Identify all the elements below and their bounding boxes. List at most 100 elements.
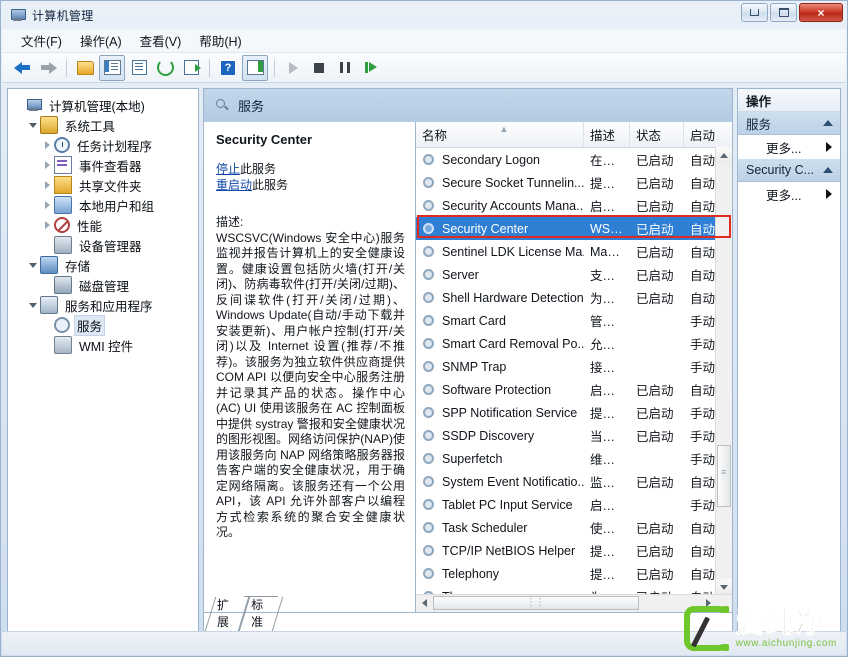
expand-arrow-right-icon[interactable] (42, 199, 54, 211)
table-row[interactable]: Tablet PC Input Service 启用 ... 手动 (416, 493, 732, 516)
tab-standard[interactable]: 标准 (244, 596, 279, 631)
tree-item-11[interactable]: 服务 (14, 314, 198, 336)
magnifier-icon (216, 99, 229, 112)
start-service-button[interactable] (281, 56, 305, 80)
table-row[interactable]: Smart Card 管理... 手动 (416, 309, 732, 332)
tree-item-3[interactable]: 事件查看器 (14, 155, 198, 175)
tree-item-4[interactable]: 共享文件夹 (14, 175, 198, 195)
play-icon (288, 61, 298, 74)
expand-arrow-right-icon[interactable] (42, 159, 54, 171)
vertical-scrollbar-thumb[interactable] (717, 445, 731, 507)
menu-action[interactable]: 操作(A) (71, 28, 131, 53)
actions-group-services[interactable]: 服务 (738, 112, 840, 135)
actions-group-security-center[interactable]: Security C... (738, 159, 840, 182)
table-row[interactable]: Telephony 提供... 已启动 自动 (416, 562, 732, 585)
service-name-label: Sentinel LDK License Ma... (442, 244, 584, 259)
expand-arrow-right-icon[interactable] (42, 219, 54, 231)
table-row[interactable]: Server 支持... 已启动 自动 (416, 263, 732, 286)
tree-item-6[interactable]: 性能 (14, 215, 198, 235)
tree-item-7[interactable]: 设备管理器 (14, 235, 198, 255)
stop-service-button[interactable] (307, 56, 331, 80)
tree-item-1[interactable]: 系统工具 (14, 115, 198, 135)
table-row[interactable]: Shell Hardware Detection 为自... 已启动 自动 (416, 286, 732, 309)
tree-item-0[interactable]: 计算机管理(本地) (14, 95, 198, 115)
help-button[interactable]: ? (216, 56, 240, 80)
restart-service-button[interactable] (359, 56, 383, 80)
stop-icon (314, 62, 324, 73)
actions-security-center-more[interactable]: 更多... (738, 182, 840, 206)
table-row[interactable]: Sentinel LDK License Ma... Man... 已启动 自动 (416, 240, 732, 263)
column-header-description[interactable]: 描述 (584, 122, 630, 147)
restart-service-link[interactable]: 重启动此服务 (216, 177, 405, 193)
stop-service-link-rest: 此服务 (240, 162, 277, 176)
stop-service-link[interactable]: 停止此服务 (216, 161, 405, 177)
scroll-down-button[interactable] (716, 579, 732, 595)
pause-service-button[interactable] (333, 56, 357, 80)
watermark-url: www.aichunjing.com (735, 638, 837, 649)
show-tree-button[interactable] (99, 54, 125, 81)
column-header-name-label: 名称 (422, 129, 448, 143)
arrow-right-icon (40, 61, 57, 74)
export-list-button[interactable] (179, 56, 203, 80)
refresh-button[interactable] (153, 56, 177, 80)
event-icon (54, 156, 72, 174)
tree-item-2[interactable]: 任务计划程序 (14, 135, 198, 155)
pause-icon (340, 62, 350, 73)
expand-arrow-down-icon[interactable] (28, 119, 40, 131)
expand-arrow-right-icon[interactable] (42, 179, 54, 191)
tree-item-10[interactable]: 服务和应用程序 (14, 295, 198, 315)
scroll-up-button[interactable] (716, 147, 732, 163)
column-header-name[interactable]: 名称 ▲ (416, 122, 584, 147)
maximize-button[interactable] (770, 3, 797, 22)
comp-icon (26, 97, 42, 113)
table-row[interactable]: SNMP Trap 接收... 手动 (416, 355, 732, 378)
vertical-scrollbar[interactable] (715, 147, 732, 595)
horizontal-scrollbar-thumb[interactable] (433, 596, 639, 610)
menu-help[interactable]: 帮助(H) (190, 28, 250, 53)
tree-item-5[interactable]: 本地用户和组 (14, 195, 198, 215)
expand-arrow-down-icon[interactable] (28, 299, 40, 311)
cell-description: 提供... (590, 407, 626, 421)
service-gear-icon (422, 521, 436, 535)
properties-button[interactable] (127, 56, 151, 80)
expand-arrow-down-icon[interactable] (28, 259, 40, 271)
table-row[interactable]: TCP/IP NetBIOS Helper 提供 ... 已启动 自动 (416, 539, 732, 562)
services-list-pane[interactable]: 名称 ▲ 描述 状态 启动 Secondary Logon 在不... 已启动 自动 S… (416, 122, 733, 613)
tab-extended[interactable]: 扩展 (210, 597, 244, 631)
minimize-button[interactable] (741, 3, 768, 22)
table-row[interactable]: Superfetch 维护... 手动 (416, 447, 732, 470)
close-button[interactable]: × (799, 3, 843, 22)
table-row[interactable]: Task Scheduler 使用... 已启动 自动 (416, 516, 732, 539)
tools-icon (40, 116, 58, 134)
show-action-pane-button[interactable] (242, 54, 268, 81)
table-row[interactable]: Security Accounts Mana... 启动... 已启动 自动 (416, 194, 732, 217)
tree-item-9[interactable]: 磁盘管理 (14, 275, 198, 295)
clock-icon (54, 137, 70, 153)
up-folder-button[interactable] (73, 56, 97, 80)
table-row[interactable]: System Event Notificatio... 监视... 已启动 自动 (416, 470, 732, 493)
table-row[interactable]: SSDP Discovery 当发... 已启动 手动 (416, 424, 732, 447)
actions-services-more[interactable]: 更多... (738, 135, 840, 159)
table-row[interactable]: Software Protection 启用 ... 已启动 自动 (416, 378, 732, 401)
table-row[interactable]: Smart Card Removal Po... 允许... 手动 (416, 332, 732, 355)
service-gear-icon (422, 199, 436, 213)
table-row[interactable]: Security Center WSC... 已启动 自动 (416, 217, 732, 240)
console-tree-panel[interactable]: 计算机管理(本地) 系统工具 任务计划程序 事件查看器 共享文件夹 本地用户和组 性能 设备管… (7, 88, 199, 632)
cell-service-name: Superfetch (416, 452, 584, 466)
service-gear-icon (422, 314, 436, 328)
back-button[interactable] (10, 56, 34, 80)
expand-arrow-right-icon[interactable] (42, 139, 54, 151)
table-row[interactable]: Secondary Logon 在不... 已启动 自动 (416, 148, 732, 171)
restart-service-link-text: 重启动 (216, 178, 253, 192)
column-header-startup[interactable]: 启动 (684, 122, 732, 147)
column-header-state[interactable]: 状态 (630, 122, 684, 147)
forward-button[interactable] (36, 56, 60, 80)
tree-item-12[interactable]: WMI 控件 (14, 335, 198, 355)
scroll-left-button[interactable] (416, 595, 432, 611)
table-row[interactable]: Secure Socket Tunnelin... 提供... 已启动 自动 (416, 171, 732, 194)
table-row[interactable]: SPP Notification Service 提供... 已启动 手动 (416, 401, 732, 424)
menu-view[interactable]: 查看(V) (131, 28, 191, 53)
tree-item-8[interactable]: 存储 (14, 255, 198, 275)
menu-file[interactable]: 文件(F) (12, 28, 71, 53)
